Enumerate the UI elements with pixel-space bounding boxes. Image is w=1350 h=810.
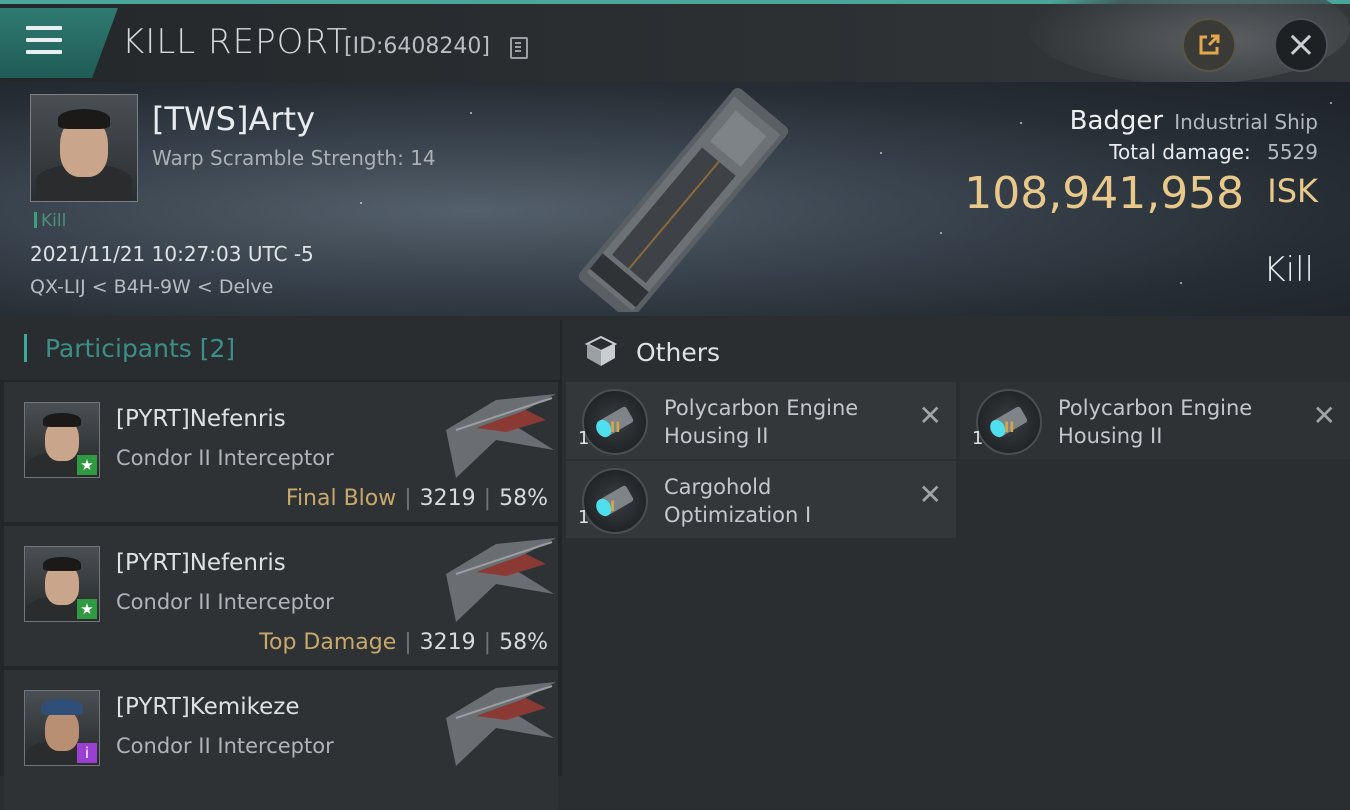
kill-tag: Kill: [34, 211, 66, 231]
ship-summary: Badger Industrial Ship Total damage: 552…: [964, 106, 1318, 219]
participant-ship-image[interactable]: [436, 534, 560, 626]
warp-scramble-strength: Warp Scramble Strength: 14: [152, 146, 436, 170]
final-blow-label: Final Blow: [285, 486, 397, 511]
participant-stats: Final Blow | 3219 | 58%: [285, 486, 548, 511]
participant-damage: 3219: [419, 486, 476, 511]
kill-timestamp: 2021/11/21 10:27:03 UTC -5: [30, 242, 314, 266]
participant-ship: Condor II Interceptor: [116, 734, 334, 758]
kill-location[interactable]: QX-LIJ < B4H-9W < Delve: [30, 276, 273, 298]
report-id: [ID:6408240]: [344, 34, 490, 59]
header-bar: KILL REPORT [ID:6408240] ×: [0, 0, 1350, 84]
participant-row[interactable]: ★ [PYRT]Nefenris Condor II Interceptor F…: [4, 382, 558, 522]
share-icon: [1199, 34, 1220, 55]
victim-name[interactable]: [TWS]Arty: [152, 100, 315, 138]
top-damage-label: Top Damage: [259, 630, 397, 655]
total-damage-label: Total damage:: [1109, 140, 1251, 164]
participants-count: [2]: [199, 334, 236, 363]
victim-hero: [TWS]Arty Warp Scramble Strength: 14 Kil…: [0, 82, 1350, 316]
copy-icon[interactable]: [510, 37, 528, 59]
menu-button[interactable]: [0, 8, 118, 78]
isk-unit: ISK: [1267, 172, 1318, 210]
participant-ship-image[interactable]: [436, 678, 560, 770]
participant-percent: 58%: [499, 486, 548, 511]
close-button[interactable]: ×: [1274, 18, 1328, 72]
item-name: Polycarbon Engine Housing II: [664, 396, 859, 448]
participant-portrait[interactable]: i: [24, 690, 100, 766]
tech-level-badge: II: [610, 420, 621, 436]
close-icon: ×: [1285, 24, 1317, 65]
remove-icon[interactable]: ✕: [919, 481, 942, 509]
participant-name: [PYRT]Nefenris: [116, 550, 286, 576]
hamburger-icon: [26, 26, 62, 30]
others-header: Others: [566, 320, 1350, 380]
remove-icon[interactable]: ✕: [1313, 402, 1336, 430]
tech-level-badge: I: [610, 499, 616, 515]
ship-class: Industrial Ship: [1174, 110, 1318, 134]
item-quantity: 1: [578, 507, 590, 528]
item-quantity: 1: [578, 428, 590, 449]
participant-portrait[interactable]: ★: [24, 402, 100, 478]
participant-ship-image[interactable]: [436, 390, 560, 482]
participant-percent: 58%: [499, 630, 548, 655]
tech-level-badge: II: [1004, 420, 1015, 436]
participant-ship: Condor II Interceptor: [116, 590, 334, 614]
isk-value: 108,941,958: [964, 168, 1245, 219]
dropped-item[interactable]: II 1 Polycarbon Engine Housing II ✕: [566, 382, 956, 459]
remove-icon[interactable]: ✕: [919, 402, 942, 430]
participant-row[interactable]: i [PYRT]Kemikeze Condor II Interceptor: [4, 670, 558, 810]
others-title: Others: [636, 338, 721, 367]
participant-stats: Top Damage | 3219 | 58%: [259, 630, 548, 655]
participant-name: [PYRT]Nefenris: [116, 406, 286, 432]
item-name: Cargohold Optimization I: [664, 475, 812, 527]
cube-icon: [584, 335, 618, 366]
info-badge-icon: i: [77, 743, 97, 763]
ship-name[interactable]: Badger: [1070, 106, 1163, 136]
item-name: Polycarbon Engine Housing II: [1058, 396, 1253, 448]
participant-portrait[interactable]: ★: [24, 546, 100, 622]
participants-header: Participants [2]: [0, 320, 560, 380]
result-label: Kill: [1263, 250, 1314, 290]
dropped-item[interactable]: I 1 Cargohold Optimization I ✕: [566, 461, 956, 538]
victim-portrait[interactable]: [30, 94, 138, 202]
page-title: KILL REPORT: [122, 22, 349, 62]
share-button[interactable]: [1182, 18, 1236, 72]
total-damage-value: 5529: [1267, 140, 1318, 164]
participant-ship: Condor II Interceptor: [116, 446, 334, 470]
item-quantity: 1: [972, 428, 984, 449]
star-badge-icon: ★: [77, 599, 97, 619]
participants-title: Participants [2]: [24, 334, 235, 363]
participants-panel: Participants [2] ★ [PYRT]Nefenris Condor…: [0, 320, 562, 810]
dropped-item[interactable]: II 1 Polycarbon Engine Housing II ✕: [960, 382, 1350, 459]
others-panel: Others II 1 Polycarbon Engine Housing II…: [566, 320, 1350, 776]
participant-damage: 3219: [419, 630, 476, 655]
victim-ship-image[interactable]: [556, 86, 806, 312]
participant-name: [PYRT]Kemikeze: [116, 694, 300, 720]
participant-row[interactable]: ★ [PYRT]Nefenris Condor II Interceptor T…: [4, 526, 558, 666]
participant-stats: [516, 774, 548, 799]
star-badge-icon: ★: [77, 455, 97, 475]
